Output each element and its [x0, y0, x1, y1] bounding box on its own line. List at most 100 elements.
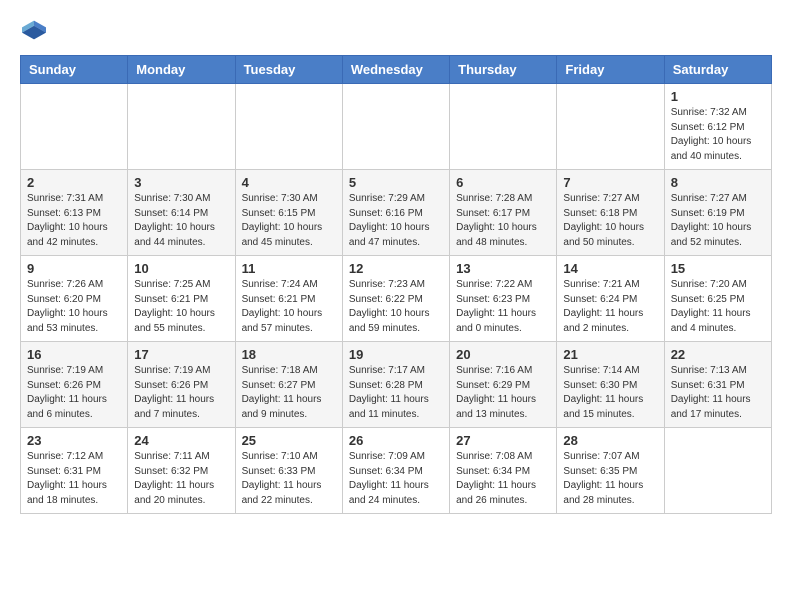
calendar-header-tuesday: Tuesday — [235, 56, 342, 84]
calendar-week-row: 1 Sunrise: 7:32 AM Sunset: 6:12 PM Daylig… — [21, 84, 772, 170]
day-number: 14 — [563, 261, 657, 276]
calendar-week-row: 2 Sunrise: 7:31 AM Sunset: 6:13 PM Daylig… — [21, 170, 772, 256]
calendar-cell: 21 Sunrise: 7:14 AM Sunset: 6:30 PM Dayli… — [557, 342, 664, 428]
calendar-cell — [342, 84, 449, 170]
day-number: 8 — [671, 175, 765, 190]
calendar-week-row: 9 Sunrise: 7:26 AM Sunset: 6:20 PM Daylig… — [21, 256, 772, 342]
day-info: Sunrise: 7:21 AM Sunset: 6:24 PM Dayligh… — [563, 279, 643, 334]
calendar-cell: 25 Sunrise: 7:10 AM Sunset: 6:33 PM Dayli… — [235, 428, 342, 514]
day-info: Sunrise: 7:22 AM Sunset: 6:23 PM Dayligh… — [456, 279, 536, 334]
calendar-header-sunday: Sunday — [21, 56, 128, 84]
calendar-week-row: 23 Sunrise: 7:12 AM Sunset: 6:31 PM Dayli… — [21, 428, 772, 514]
day-number: 21 — [563, 347, 657, 362]
calendar-header-saturday: Saturday — [664, 56, 771, 84]
day-info: Sunrise: 7:16 AM Sunset: 6:29 PM Dayligh… — [456, 365, 536, 420]
calendar-cell — [664, 428, 771, 514]
day-number: 5 — [349, 175, 443, 190]
day-info: Sunrise: 7:27 AM Sunset: 6:18 PM Dayligh… — [563, 193, 644, 248]
day-info: Sunrise: 7:10 AM Sunset: 6:33 PM Dayligh… — [242, 451, 322, 506]
day-info: Sunrise: 7:30 AM Sunset: 6:15 PM Dayligh… — [242, 193, 323, 248]
day-number: 20 — [456, 347, 550, 362]
calendar-cell: 5Sunrise: 7:29 AM Sunset: 6:16 PM Daylig… — [342, 170, 449, 256]
calendar-cell: 16 Sunrise: 7:19 AM Sunset: 6:26 PM Dayli… — [21, 342, 128, 428]
day-info: Sunrise: 7:24 AM Sunset: 6:21 PM Dayligh… — [242, 279, 323, 334]
calendar-table: SundayMondayTuesdayWednesdayThursdayFrid… — [20, 55, 772, 514]
day-info: Sunrise: 7:18 AM Sunset: 6:27 PM Dayligh… — [242, 365, 322, 420]
day-number: 12 — [349, 261, 443, 276]
day-info: Sunrise: 7:07 AM Sunset: 6:35 PM Dayligh… — [563, 451, 643, 506]
page-header — [20, 20, 772, 45]
calendar-cell: 14 Sunrise: 7:21 AM Sunset: 6:24 PM Dayli… — [557, 256, 664, 342]
day-info: Sunrise: 7:12 AM Sunset: 6:31 PM Dayligh… — [27, 451, 107, 506]
calendar-header-thursday: Thursday — [450, 56, 557, 84]
calendar-cell: 10 Sunrise: 7:25 AM Sunset: 6:21 PM Dayli… — [128, 256, 235, 342]
day-info: Sunrise: 7:23 AM Sunset: 6:22 PM Dayligh… — [349, 279, 430, 334]
calendar-cell: 12 Sunrise: 7:23 AM Sunset: 6:22 PM Dayli… — [342, 256, 449, 342]
calendar-cell — [21, 84, 128, 170]
calendar-cell: 28 Sunrise: 7:07 AM Sunset: 6:35 PM Dayli… — [557, 428, 664, 514]
day-info: Sunrise: 7:31 AM Sunset: 6:13 PM Dayligh… — [27, 193, 108, 248]
day-info: Sunrise: 7:13 AM Sunset: 6:31 PM Dayligh… — [671, 365, 751, 420]
day-info: Sunrise: 7:26 AM Sunset: 6:20 PM Dayligh… — [27, 279, 108, 334]
calendar-cell: 4 Sunrise: 7:30 AM Sunset: 6:15 PM Daylig… — [235, 170, 342, 256]
day-number: 27 — [456, 433, 550, 448]
day-info: Sunrise: 7:32 AM Sunset: 6:12 PM Dayligh… — [671, 107, 752, 162]
calendar-header-wednesday: Wednesday — [342, 56, 449, 84]
calendar-cell: 19 Sunrise: 7:17 AM Sunset: 6:28 PM Dayli… — [342, 342, 449, 428]
calendar-cell: 13 Sunrise: 7:22 AM Sunset: 6:23 PM Dayli… — [450, 256, 557, 342]
day-number: 24 — [134, 433, 228, 448]
calendar-cell: 26 Sunrise: 7:09 AM Sunset: 6:34 PM Dayli… — [342, 428, 449, 514]
day-info: Sunrise: 7:11 AM Sunset: 6:32 PM Dayligh… — [134, 451, 214, 506]
calendar-header-friday: Friday — [557, 56, 664, 84]
day-info: Sunrise: 7:20 AM Sunset: 6:25 PM Dayligh… — [671, 279, 751, 334]
day-number: 25 — [242, 433, 336, 448]
day-info: Sunrise: 7:19 AM Sunset: 6:26 PM Dayligh… — [134, 365, 214, 420]
logo — [20, 20, 48, 45]
calendar-header-row: SundayMondayTuesdayWednesdayThursdayFrid… — [21, 56, 772, 84]
calendar-header-monday: Monday — [128, 56, 235, 84]
logo-block — [20, 20, 48, 45]
day-number: 10 — [134, 261, 228, 276]
calendar-cell: 15 Sunrise: 7:20 AM Sunset: 6:25 PM Dayli… — [664, 256, 771, 342]
calendar-cell — [450, 84, 557, 170]
calendar-cell: 27 Sunrise: 7:08 AM Sunset: 6:34 PM Dayli… — [450, 428, 557, 514]
day-info: Sunrise: 7:08 AM Sunset: 6:34 PM Dayligh… — [456, 451, 536, 506]
day-number: 15 — [671, 261, 765, 276]
calendar-cell: 17Sunrise: 7:19 AM Sunset: 6:26 PM Dayli… — [128, 342, 235, 428]
day-number: 1 — [671, 89, 765, 104]
calendar-cell — [557, 84, 664, 170]
day-number: 4 — [242, 175, 336, 190]
day-info: Sunrise: 7:30 AM Sunset: 6:14 PM Dayligh… — [134, 193, 215, 248]
calendar-cell: 18Sunrise: 7:18 AM Sunset: 6:27 PM Dayli… — [235, 342, 342, 428]
day-number: 13 — [456, 261, 550, 276]
day-number: 2 — [27, 175, 121, 190]
day-info: Sunrise: 7:09 AM Sunset: 6:34 PM Dayligh… — [349, 451, 429, 506]
day-number: 22 — [671, 347, 765, 362]
day-number: 19 — [349, 347, 443, 362]
calendar-cell: 8Sunrise: 7:27 AM Sunset: 6:19 PM Daylig… — [664, 170, 771, 256]
calendar-cell: 9 Sunrise: 7:26 AM Sunset: 6:20 PM Daylig… — [21, 256, 128, 342]
calendar-cell: 23 Sunrise: 7:12 AM Sunset: 6:31 PM Dayli… — [21, 428, 128, 514]
day-info: Sunrise: 7:17 AM Sunset: 6:28 PM Dayligh… — [349, 365, 429, 420]
day-number: 26 — [349, 433, 443, 448]
day-number: 23 — [27, 433, 121, 448]
day-number: 11 — [242, 261, 336, 276]
calendar-cell: 7 Sunrise: 7:27 AM Sunset: 6:18 PM Daylig… — [557, 170, 664, 256]
day-info: Sunrise: 7:14 AM Sunset: 6:30 PM Dayligh… — [563, 365, 643, 420]
calendar-cell: 6Sunrise: 7:28 AM Sunset: 6:17 PM Daylig… — [450, 170, 557, 256]
day-number: 3 — [134, 175, 228, 190]
day-number: 28 — [563, 433, 657, 448]
day-number: 7 — [563, 175, 657, 190]
calendar-cell: 22 Sunrise: 7:13 AM Sunset: 6:31 PM Dayli… — [664, 342, 771, 428]
calendar-cell: 2 Sunrise: 7:31 AM Sunset: 6:13 PM Daylig… — [21, 170, 128, 256]
calendar-cell: 24 Sunrise: 7:11 AM Sunset: 6:32 PM Dayli… — [128, 428, 235, 514]
calendar-cell: 20 Sunrise: 7:16 AM Sunset: 6:29 PM Dayli… — [450, 342, 557, 428]
day-info: Sunrise: 7:25 AM Sunset: 6:21 PM Dayligh… — [134, 279, 215, 334]
calendar-cell: 3 Sunrise: 7:30 AM Sunset: 6:14 PM Daylig… — [128, 170, 235, 256]
day-info: Sunrise: 7:28 AM Sunset: 6:17 PM Dayligh… — [456, 193, 537, 248]
calendar-cell: 11 Sunrise: 7:24 AM Sunset: 6:21 PM Dayli… — [235, 256, 342, 342]
calendar-week-row: 16 Sunrise: 7:19 AM Sunset: 6:26 PM Dayli… — [21, 342, 772, 428]
day-number: 16 — [27, 347, 121, 362]
day-info: Sunrise: 7:19 AM Sunset: 6:26 PM Dayligh… — [27, 365, 107, 420]
day-number: 9 — [27, 261, 121, 276]
